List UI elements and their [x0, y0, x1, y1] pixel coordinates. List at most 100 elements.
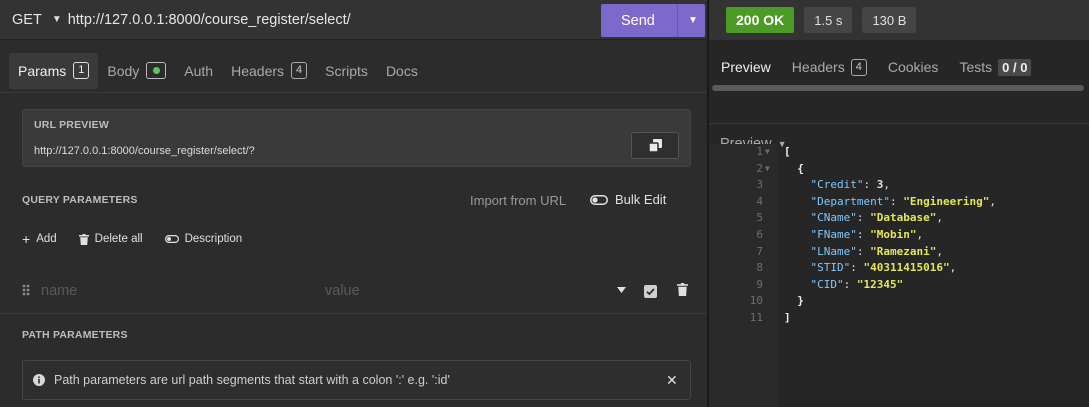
plus-icon: + — [22, 231, 31, 247]
line-number: 2 — [756, 161, 763, 175]
line-number: 3 — [756, 178, 763, 192]
response-tabs: Preview Headers 4 Cookies Tests 0 / 0 — [709, 49, 1089, 85]
params-toolbar: + Add Delete all Description — [22, 231, 264, 247]
response-headers-count-badge: 4 — [850, 58, 867, 76]
caret-down-icon[interactable] — [617, 287, 626, 293]
description-label: Description — [184, 233, 243, 245]
drag-handle-icon[interactable] — [22, 284, 30, 296]
tabs-scrollbar[interactable] — [712, 85, 1084, 91]
delete-all-button[interactable]: Delete all — [78, 233, 143, 245]
code-text: [ — [784, 145, 791, 158]
toggle-icon — [590, 194, 608, 205]
request-pane: GET ▼ http://127.0.0.1:8000/course_regis… — [0, 0, 707, 407]
tab-headers-label: Headers — [231, 62, 285, 79]
url-input[interactable]: http://127.0.0.1:8000/course_register/se… — [68, 12, 351, 28]
code-line: 9 "CID": "12345" — [709, 277, 1089, 294]
param-value-input[interactable]: value — [325, 283, 360, 299]
url-preview-box: URL PREVIEW http://127.0.0.1:8000/course… — [22, 109, 691, 167]
info-icon — [33, 374, 45, 386]
add-label: Add — [36, 233, 57, 245]
method-select[interactable]: GET ▼ — [0, 12, 68, 28]
trash-icon[interactable] — [677, 283, 688, 296]
copy-url-button[interactable] — [631, 132, 679, 159]
send-button[interactable]: Send ▼ — [601, 4, 705, 37]
code-text: { — [797, 161, 804, 175]
tab-auth[interactable]: Auth — [175, 53, 222, 89]
trash-icon — [78, 233, 89, 245]
tab-headers[interactable]: Headers 4 — [222, 53, 316, 89]
tab-scripts[interactable]: Scripts — [316, 53, 377, 89]
line-number: 7 — [756, 244, 763, 258]
tab-docs[interactable]: Docs — [377, 53, 427, 89]
request-tabs: Params 1 Body Auth Headers 4 Scripts Doc… — [0, 49, 707, 93]
import-from-url-link[interactable]: Import from URL — [470, 193, 566, 208]
response-size-badge: 130 B — [862, 7, 917, 33]
code-line: 6 "FName": "Mobin", — [709, 227, 1089, 244]
line-number: 10 — [749, 294, 763, 308]
url-preview-title: URL PREVIEW — [34, 119, 109, 131]
response-body-viewer: 1 ▼[2 ▼ {3 "Credit": 3, 4 "Department": "En… — [709, 144, 1089, 327]
tab-response-headers-label: Headers — [791, 59, 845, 75]
response-pane: 200 OK 1.5 s 130 B Preview Headers 4 Coo… — [709, 0, 1089, 407]
fold-caret-icon[interactable]: ▼ — [765, 144, 770, 161]
tests-count-badge: 0 / 0 — [998, 58, 1032, 76]
tab-tests[interactable]: Tests 0 / 0 — [959, 58, 1032, 76]
path-params-info-text: Path parameters are url path segments th… — [54, 373, 450, 387]
tab-docs-label: Docs — [385, 62, 418, 79]
body-active-dot-icon — [146, 62, 167, 79]
delete-all-label: Delete all — [94, 233, 143, 245]
path-params-title: PATH PARAMETERS — [22, 329, 128, 341]
fold-caret-icon[interactable]: ▼ — [765, 161, 770, 178]
url-preview-text: http://127.0.0.1:8000/course_register/se… — [34, 145, 255, 157]
query-params-title: QUERY PARAMETERS — [22, 194, 138, 206]
code-text: "CID": "12345" — [810, 277, 904, 291]
status-badge: 200 OK — [726, 7, 795, 33]
param-name-input[interactable]: name — [41, 283, 77, 299]
code-text: "FName": "Mobin", — [810, 227, 924, 241]
params-count-badge: 1 — [73, 62, 90, 79]
code-text: "LName": "Ramezani", — [810, 244, 943, 258]
param-row: name value — [0, 270, 707, 314]
tab-response-headers[interactable]: Headers 4 — [791, 58, 867, 76]
code-line: 11] — [709, 310, 1089, 327]
tab-auth-label: Auth — [184, 62, 214, 79]
tab-cookies[interactable]: Cookies — [888, 59, 939, 75]
tab-preview-label: Preview — [721, 59, 771, 75]
tab-tests-label: Tests — [959, 59, 993, 75]
add-param-button[interactable]: + Add — [22, 231, 57, 247]
response-status-bar: 200 OK 1.5 s 130 B — [709, 0, 1089, 40]
line-number: 9 — [756, 277, 763, 291]
check-icon — [646, 288, 655, 296]
send-separator — [677, 4, 678, 37]
code-text: ] — [784, 310, 791, 324]
path-params-info: Path parameters are url path segments th… — [22, 360, 691, 400]
divider — [709, 123, 1089, 124]
tab-preview[interactable]: Preview — [721, 59, 771, 75]
code-line: 10 } — [709, 293, 1089, 310]
close-icon[interactable]: ✕ — [666, 372, 678, 389]
response-time-badge: 1.5 s — [804, 7, 853, 33]
tab-body-label: Body — [107, 62, 140, 79]
send-options-caret-icon[interactable]: ▼ — [681, 15, 705, 26]
param-enabled-checkbox[interactable] — [644, 285, 657, 298]
code-text: } — [797, 294, 804, 308]
bulk-edit-toggle[interactable]: Bulk Edit — [590, 192, 666, 207]
code-line: 8 "STID": "40311415016", — [709, 260, 1089, 277]
tab-params[interactable]: Params 1 — [9, 52, 99, 89]
code-line: 5 "CName": "Database", — [709, 210, 1089, 227]
caret-down-icon: ▼ — [51, 14, 62, 25]
line-number: 8 — [756, 261, 763, 275]
tab-body[interactable]: Body — [98, 53, 175, 89]
send-label: Send — [621, 12, 655, 29]
headers-count-badge: 4 — [291, 62, 308, 79]
line-number: 5 — [756, 211, 763, 225]
line-number: 6 — [756, 227, 763, 241]
code-line: 2 ▼ { — [709, 161, 1089, 178]
url-bar: GET ▼ http://127.0.0.1:8000/course_regis… — [0, 0, 707, 40]
code-text: "Department": "Engineering", — [810, 194, 996, 208]
line-number: 1 — [756, 145, 763, 158]
description-toggle[interactable]: Description — [164, 233, 243, 245]
code-text: "STID": "40311415016", — [810, 261, 957, 275]
method-label: GET — [12, 11, 42, 28]
code-text: "Credit": 3, — [810, 178, 890, 192]
